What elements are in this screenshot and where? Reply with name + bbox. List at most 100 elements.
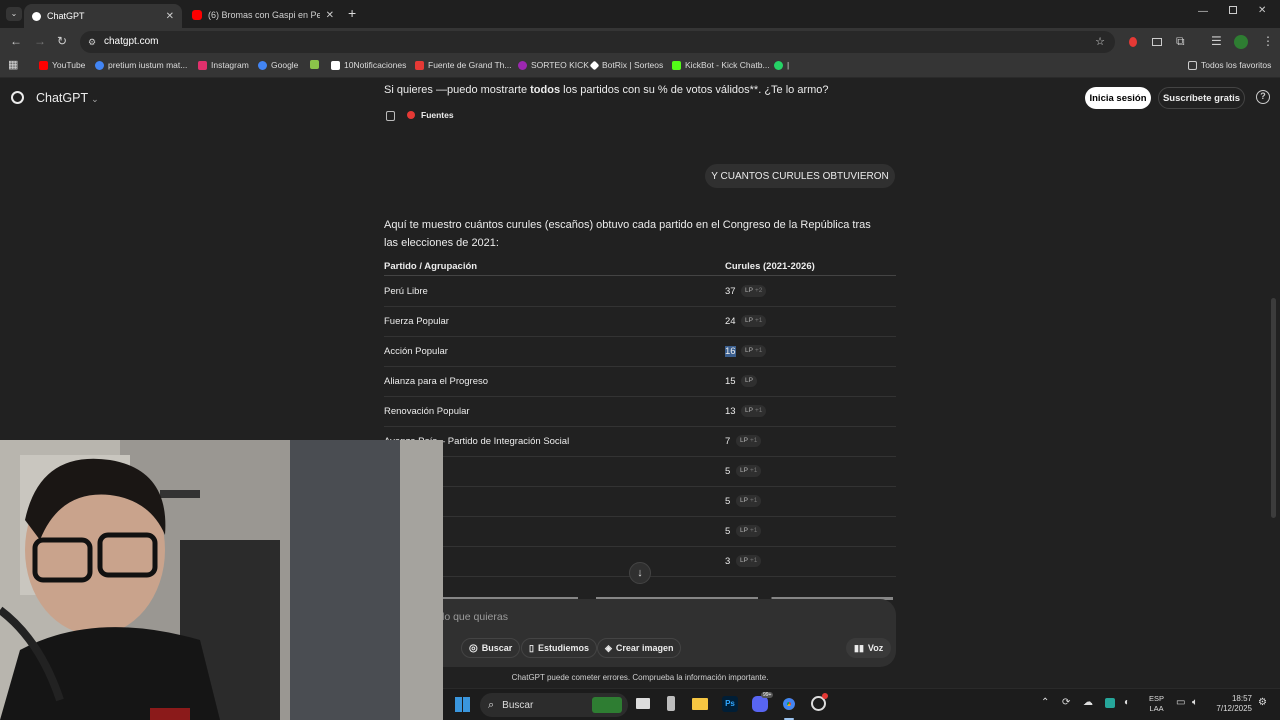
url-text: chatgpt.com bbox=[104, 36, 159, 47]
network-icon[interactable]: ▭ bbox=[1176, 697, 1185, 708]
chrome-icon[interactable] bbox=[781, 696, 797, 712]
bookmark-google[interactable]: Google bbox=[258, 60, 298, 70]
file-explorer-icon[interactable] bbox=[692, 698, 708, 710]
back-icon[interactable]: ← bbox=[10, 34, 22, 48]
bookmark-instagram[interactable]: Instagram bbox=[198, 60, 249, 70]
notification-dot bbox=[822, 693, 828, 699]
reload-icon[interactable]: ↻ bbox=[57, 34, 67, 48]
extension-box-icon[interactable] bbox=[1152, 38, 1162, 46]
tab-youtube[interactable]: (6) Bromas con Gaspi en Perú - ✕ bbox=[184, 4, 342, 26]
bookmark-botrix[interactable]: BotRix | Sorteos bbox=[589, 60, 663, 70]
all-favorites[interactable]: Todos los favoritos bbox=[1188, 60, 1271, 70]
kick-icon bbox=[518, 60, 527, 70]
tray-app-icon-2[interactable]: ◐ bbox=[1124, 697, 1130, 708]
seat-count: 24 bbox=[725, 316, 736, 327]
tab-chatgpt[interactable]: ChatGPT ✕ bbox=[24, 4, 182, 28]
waveform-icon: ▮▮ bbox=[854, 642, 864, 653]
copy-icon[interactable] bbox=[386, 111, 395, 121]
globe-icon: ◎ bbox=[469, 642, 478, 654]
tray-app-icon[interactable] bbox=[1105, 698, 1115, 708]
photoshop-icon[interactable]: Ps bbox=[722, 696, 738, 712]
search-tool-button[interactable]: ◎ Buscar bbox=[461, 638, 521, 658]
model-selector[interactable]: ChatGPT ⌄ bbox=[36, 91, 99, 105]
kickbot-icon bbox=[672, 60, 681, 70]
tray-sync-icon[interactable]: ⟳ bbox=[1062, 697, 1070, 708]
clock-time: 18:57 bbox=[1231, 694, 1252, 703]
source-citation-chip[interactable]: LP +1 bbox=[741, 405, 767, 417]
login-button[interactable]: Inicia sesión bbox=[1085, 87, 1151, 109]
bookmark-pretium[interactable]: pretium iustum mat... bbox=[95, 60, 187, 70]
bookmark-10notificaciones[interactable]: 10Notificaciones bbox=[331, 60, 406, 70]
bookmark-star-icon[interactable]: ☆ bbox=[1095, 31, 1105, 53]
search-highlight-icon bbox=[592, 697, 622, 713]
profile-avatar-icon[interactable] bbox=[1234, 35, 1248, 49]
extension-red-icon[interactable] bbox=[1129, 37, 1137, 47]
create-image-button[interactable]: ◈ Crear imagen bbox=[597, 638, 682, 658]
source-label: LP bbox=[745, 287, 753, 294]
source-citation-chip[interactable]: LP +1 bbox=[736, 555, 762, 567]
restore-icon[interactable] bbox=[1229, 6, 1237, 14]
windows-start-icon[interactable] bbox=[455, 697, 470, 712]
site-info-icon[interactable]: ⚙ bbox=[88, 31, 96, 53]
source-citation-chip[interactable]: LP +1 bbox=[736, 435, 762, 447]
tab-title: ChatGPT bbox=[47, 11, 85, 21]
language-indicator[interactable]: ESP LAA bbox=[1149, 694, 1164, 714]
bookmark-sorteo-kick[interactable]: SORTEO KICK bbox=[518, 60, 589, 70]
scroll-down-button[interactable]: ↓ bbox=[629, 562, 651, 584]
page-scrollbar[interactable] bbox=[1271, 298, 1276, 518]
close-icon[interactable]: ✕ bbox=[166, 11, 174, 22]
discord-icon[interactable] bbox=[752, 696, 768, 712]
signup-button[interactable]: Suscríbete gratis bbox=[1158, 87, 1245, 109]
menu-kebab-icon[interactable]: ⋮ bbox=[1262, 34, 1274, 48]
reading-list-icon[interactable]: ☰ bbox=[1211, 34, 1222, 48]
extensions-puzzle-icon[interactable]: ⧉ bbox=[1176, 34, 1185, 49]
source-citation-chip[interactable]: LP +1 bbox=[741, 345, 767, 357]
source-citation-chip[interactable]: LP +1 bbox=[741, 315, 767, 327]
clock-date: 7/12/2025 bbox=[1216, 704, 1252, 713]
font-icon bbox=[415, 60, 424, 70]
book-icon: ▯ bbox=[529, 642, 534, 653]
taskbar-search[interactable]: ⌕ Buscar bbox=[480, 693, 628, 717]
source-citation-chip[interactable]: LP bbox=[741, 375, 757, 387]
party-name: Alianza para el Progreso bbox=[384, 376, 489, 387]
apps-grid-icon[interactable]: ▦ bbox=[8, 58, 18, 71]
voice-button[interactable]: ▮▮ Voz bbox=[846, 638, 892, 658]
study-tool-button[interactable]: ▯ Estudiemos bbox=[521, 638, 597, 658]
source-citation-chip[interactable]: LP +1 bbox=[736, 465, 762, 477]
minimize-icon[interactable]: — bbox=[1198, 6, 1208, 17]
seat-count: 7 bbox=[725, 436, 731, 447]
bookmark-kickbot[interactable]: KickBot - Kick Chatb... bbox=[672, 60, 770, 70]
source-extra-count: +1 bbox=[749, 437, 758, 444]
volume-icon[interactable]: 🔈︎ bbox=[1192, 697, 1198, 708]
address-bar[interactable]: ⚙ chatgpt.com ☆ bbox=[80, 31, 1115, 53]
source-citation-chip[interactable]: LP +1 bbox=[736, 525, 762, 537]
source-label: LP bbox=[740, 467, 748, 474]
forward-icon[interactable]: → bbox=[34, 34, 46, 48]
new-tab-button[interactable]: + bbox=[348, 5, 356, 21]
bookmark-youtube[interactable]: YouTube bbox=[39, 60, 85, 70]
table-row: Acción Popular 16 LP +1 bbox=[384, 337, 896, 367]
answer-intro: Aquí te muestro cuántos curules (escaños… bbox=[384, 219, 871, 249]
bookmark-gta[interactable]: Fuente de Grand Th... bbox=[415, 60, 511, 70]
message-input[interactable]: lo que quieras bbox=[442, 611, 508, 623]
sources-button[interactable]: Fuentes bbox=[407, 110, 454, 120]
notifications-icon[interactable]: ⚙ bbox=[1258, 697, 1267, 708]
source-citation-chip[interactable]: LP +2 bbox=[741, 285, 767, 297]
close-window-icon[interactable]: ✕ bbox=[1258, 5, 1266, 16]
task-view-icon[interactable] bbox=[636, 698, 650, 709]
table-row: Alianza para el Progreso 15 LP bbox=[384, 367, 896, 397]
help-icon[interactable]: ? bbox=[1256, 90, 1270, 104]
tab-search-dropdown[interactable]: ⌄ bbox=[6, 7, 22, 21]
user-message-text: Y CUANTOS CURULES OBTUVIERON bbox=[711, 170, 889, 182]
chatgpt-logo-icon[interactable] bbox=[11, 91, 24, 104]
source-citation-chip[interactable]: LP +1 bbox=[736, 495, 762, 507]
bookmark-pinwheel[interactable] bbox=[310, 60, 323, 69]
google-icon bbox=[258, 60, 267, 70]
app-icon-phone[interactable] bbox=[667, 696, 675, 711]
tray-cloud-icon[interactable]: ☁ bbox=[1083, 697, 1093, 708]
bookmark-whatsapp[interactable]: | bbox=[774, 60, 789, 70]
close-icon[interactable]: ✕ bbox=[326, 10, 334, 21]
tray-overflow-icon[interactable]: ⌃ bbox=[1041, 697, 1049, 708]
clock[interactable]: 18:57 7/12/2025 bbox=[1210, 694, 1252, 714]
source-label: LP bbox=[740, 527, 748, 534]
